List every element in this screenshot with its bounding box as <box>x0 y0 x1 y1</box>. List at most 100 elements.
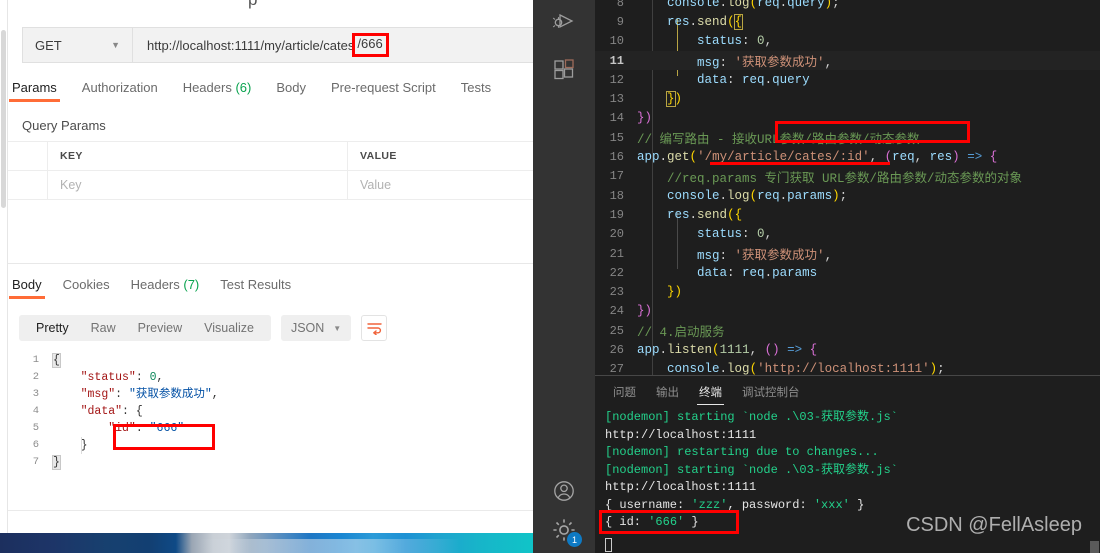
json-line: 5 "id": "666" <box>19 420 524 437</box>
terminal-tabs: 问题 输出 终端 调试控制台 <box>603 380 810 406</box>
content-type-label: JSON <box>290 321 325 335</box>
format-visualize-button[interactable]: Visualize <box>193 321 265 335</box>
code-comment: //req.params 专门获取 URL参数/路由参数/动态参数的对象 <box>637 171 1023 186</box>
tab-params-label: Params <box>12 80 57 95</box>
url-input[interactable]: http://localhost:1111/my/article/cates/6… <box>133 28 533 62</box>
code-line: 17 //req.params 专门获取 URL参数/路由参数/动态参数的对象 <box>595 167 1100 186</box>
response-tabs: Body Cookies Headers (7) Test Results <box>9 277 532 305</box>
settings-badge: 1 <box>567 532 582 547</box>
line-number: 12 <box>609 72 624 87</box>
code-line: 23 }) <box>595 282 1100 301</box>
response-body-json[interactable]: 1 { 2 "status": 0, 3 "msg": "获取参数成功", 4 … <box>19 352 524 500</box>
code-line: 24 }) <box>595 302 1100 321</box>
line-number: 10 <box>609 34 624 49</box>
tab-tests[interactable]: Tests <box>461 80 491 102</box>
tab-params[interactable]: Params <box>9 80 60 102</box>
tab-pre-request-script-label: Pre-request Script <box>330 80 436 95</box>
format-preview-button[interactable]: Preview <box>127 321 193 335</box>
table-row[interactable]: Key Value <box>8 171 533 200</box>
json-line-number: 6 <box>32 439 39 451</box>
table-empty-area <box>8 200 533 263</box>
tab-pre-request-script[interactable]: Pre-request Script <box>331 80 436 102</box>
code-line: 20 status: 0, <box>595 225 1100 244</box>
activity-settings[interactable]: 1 <box>533 507 595 553</box>
line-number: 25 <box>609 323 624 338</box>
terminal-tab-debug-console[interactable]: 调试控制台 <box>732 380 810 406</box>
terminal-tab-output[interactable]: 输出 <box>646 380 689 406</box>
code-line: 25 // 4.启动服务 <box>595 321 1100 341</box>
line-number: 18 <box>609 188 624 203</box>
line-number: 23 <box>609 285 624 300</box>
format-raw-button[interactable]: Raw <box>80 321 127 335</box>
code-line-current: 11 msg: '获取参数成功', <box>595 50 1100 71</box>
activity-extensions[interactable] <box>533 46 595 92</box>
code-line: 9 res.send({ <box>595 12 1100 31</box>
extensions-icon <box>554 59 574 80</box>
tab-response-body[interactable]: Body <box>9 277 45 299</box>
json-line-number: 5 <box>32 422 39 434</box>
line-number: 16 <box>609 150 624 165</box>
line-number: 26 <box>609 342 624 357</box>
table-checkbox-cell <box>8 142 48 170</box>
postman-top-cutoff: p <box>8 0 533 22</box>
content-type-select[interactable]: JSON ▼ <box>280 315 352 341</box>
tab-authorization[interactable]: Authorization <box>82 80 158 102</box>
tab-headers-label: Headers <box>182 80 232 95</box>
terminal-tab-problems[interactable]: 问题 <box>603 380 646 406</box>
tab-response-body-label: Body <box>12 277 42 292</box>
line-number: 11 <box>609 53 624 68</box>
code-line: 14 }) <box>595 109 1100 128</box>
table-header-key: KEY <box>48 142 348 170</box>
line-number: 13 <box>609 92 624 107</box>
code-line: 21 msg: '获取参数成功', <box>595 244 1100 264</box>
json-line-number: 4 <box>32 405 39 417</box>
http-method-select[interactable]: GET ▼ <box>23 28 133 62</box>
json-line: 6 } <box>19 437 524 454</box>
tab-headers[interactable]: Headers (6) <box>183 80 252 102</box>
line-number: 22 <box>609 265 624 280</box>
json-line-number: 3 <box>32 388 39 400</box>
row-value-input[interactable]: Value <box>348 171 533 199</box>
json-line: 1 { <box>19 352 524 369</box>
code-line: 22 data: req.params <box>595 263 1100 282</box>
line-number: 8 <box>616 0 624 10</box>
table-header-key-label: KEY <box>60 150 83 162</box>
sidebar-scrollbar-thumb[interactable] <box>1 30 6 208</box>
row-key-input[interactable]: Key <box>48 171 348 199</box>
table-header-row: KEY VALUE <box>8 142 533 171</box>
postman-left-rail <box>0 0 8 553</box>
json-line: 4 "data": { <box>19 403 524 420</box>
terminal-line: { username: 'zzz', password: 'xxx' } <box>605 497 865 512</box>
row-checkbox-cell[interactable] <box>8 171 48 199</box>
table-header-value-label: VALUE <box>360 150 397 162</box>
code-editor[interactable]: 8 console.log(req.query); 9 res.send({ 1… <box>595 0 1100 376</box>
postman-panel: p GET ▼ http://localhost:1111/my/article… <box>0 0 533 553</box>
json-line-number: 2 <box>32 371 39 383</box>
terminal-scrollbar-thumb[interactable] <box>1090 541 1099 553</box>
tab-body[interactable]: Body <box>276 80 306 102</box>
json-line: 3 "msg": "获取参数成功", <box>19 386 524 403</box>
format-pretty-button[interactable]: Pretty <box>25 321 80 335</box>
partial-glyph-icon: p <box>248 0 257 10</box>
run-and-debug-icon <box>552 13 574 29</box>
json-line-number: 7 <box>32 456 39 468</box>
terminal-line: [nodemon] restarting due to changes... <box>605 445 879 459</box>
terminal-tab-terminal[interactable]: 终端 <box>689 380 732 406</box>
response-format-bar: Pretty Raw Preview Visualize JSON ▼ <box>19 315 388 341</box>
postman-bottom-divider <box>8 510 533 511</box>
tab-response-headers[interactable]: Headers (7) <box>131 277 200 299</box>
line-number: 17 <box>609 169 624 184</box>
terminal-cursor <box>605 538 612 552</box>
table-header-value: VALUE <box>348 142 533 170</box>
code-line: 13 }) <box>595 89 1100 108</box>
tab-response-headers-count: (7) <box>183 277 200 292</box>
tab-test-results[interactable]: Test Results <box>220 277 291 299</box>
tab-response-cookies[interactable]: Cookies <box>63 277 110 299</box>
json-indent-guide <box>81 437 82 454</box>
code-line: 10 status: 0, <box>595 32 1100 51</box>
json-open-brace: { <box>52 353 61 368</box>
format-button-group: Pretty Raw Preview Visualize <box>19 315 271 341</box>
activity-run-and-debug[interactable] <box>533 0 595 46</box>
wrap-lines-button[interactable] <box>361 315 388 341</box>
line-number: 15 <box>609 130 624 145</box>
